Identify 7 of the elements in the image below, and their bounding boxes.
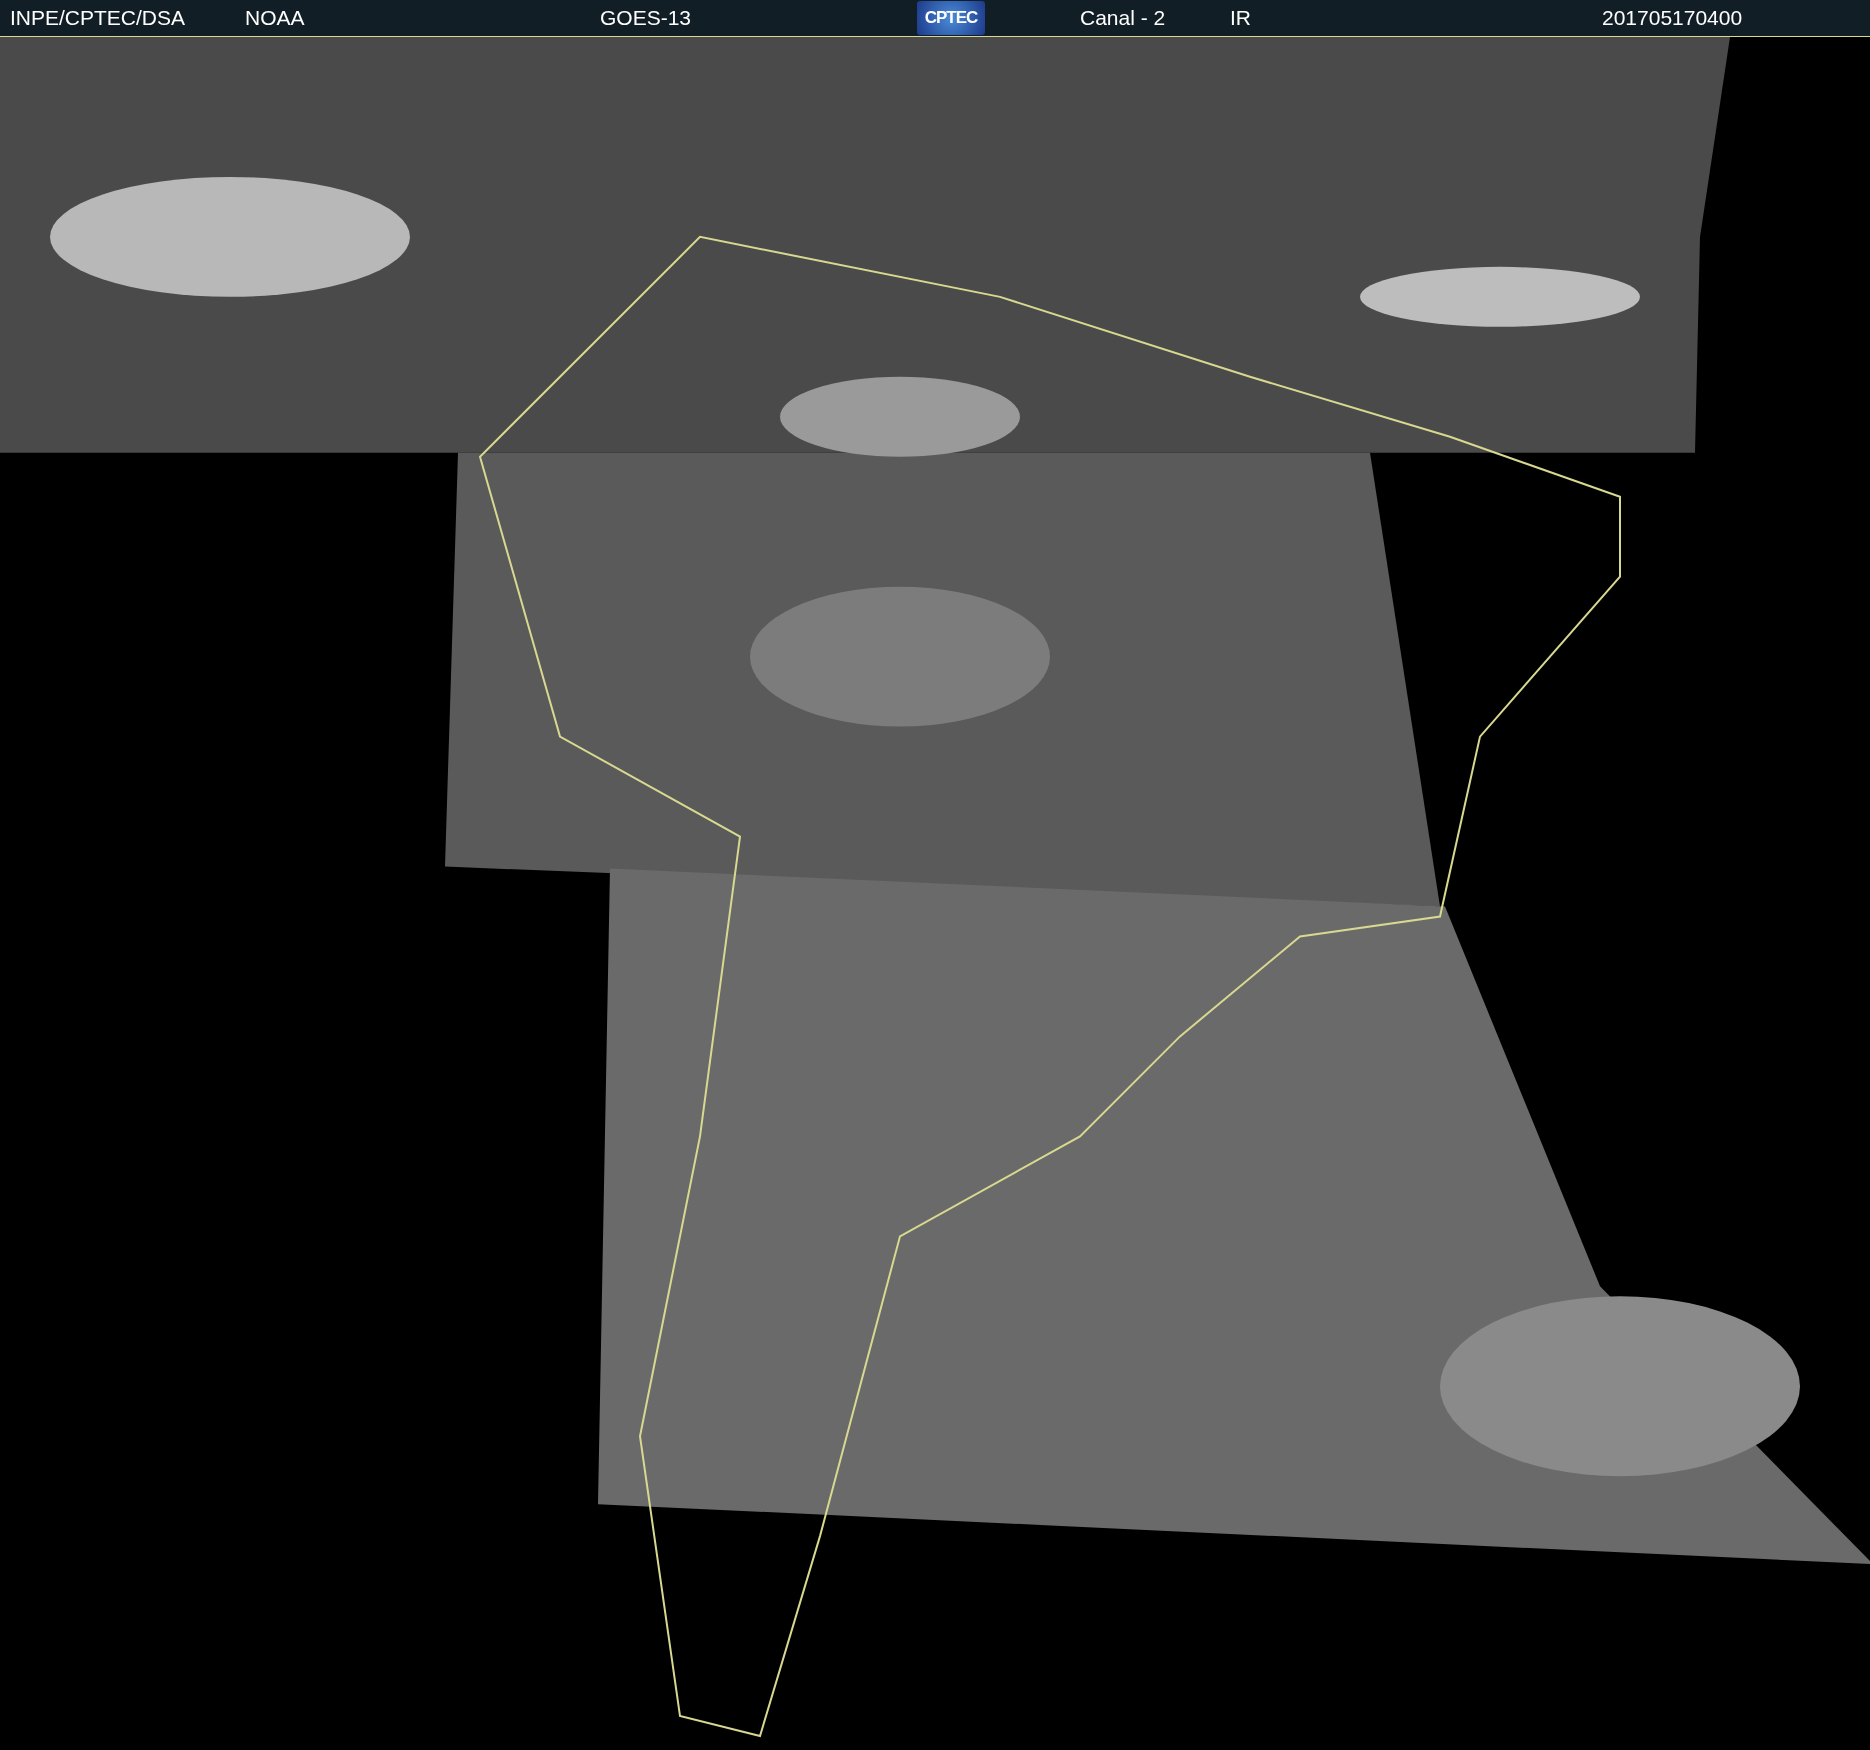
header-label: 201705170400: [1601, 6, 1743, 30]
header-label: GOES-13: [600, 6, 692, 30]
header-label: INPE/CPTEC/DSA: [9, 6, 186, 30]
header-label: NOAA: [245, 6, 305, 30]
logo: CPTEC: [917, 1, 985, 35]
header-label: IR: [1230, 6, 1251, 30]
header-label: Canal - 2: [1079, 6, 1166, 30]
